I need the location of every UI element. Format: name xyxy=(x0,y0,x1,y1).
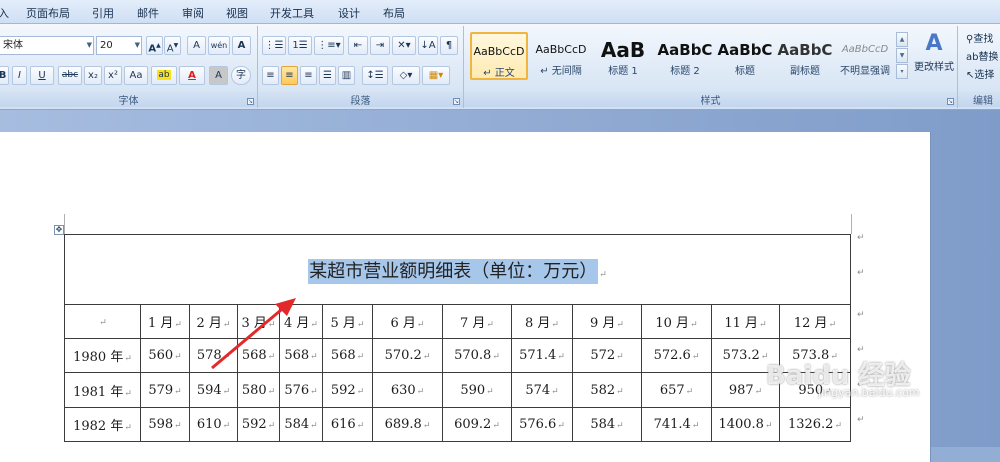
baidu-watermark-url: jingyan.baidu.com xyxy=(818,386,920,399)
